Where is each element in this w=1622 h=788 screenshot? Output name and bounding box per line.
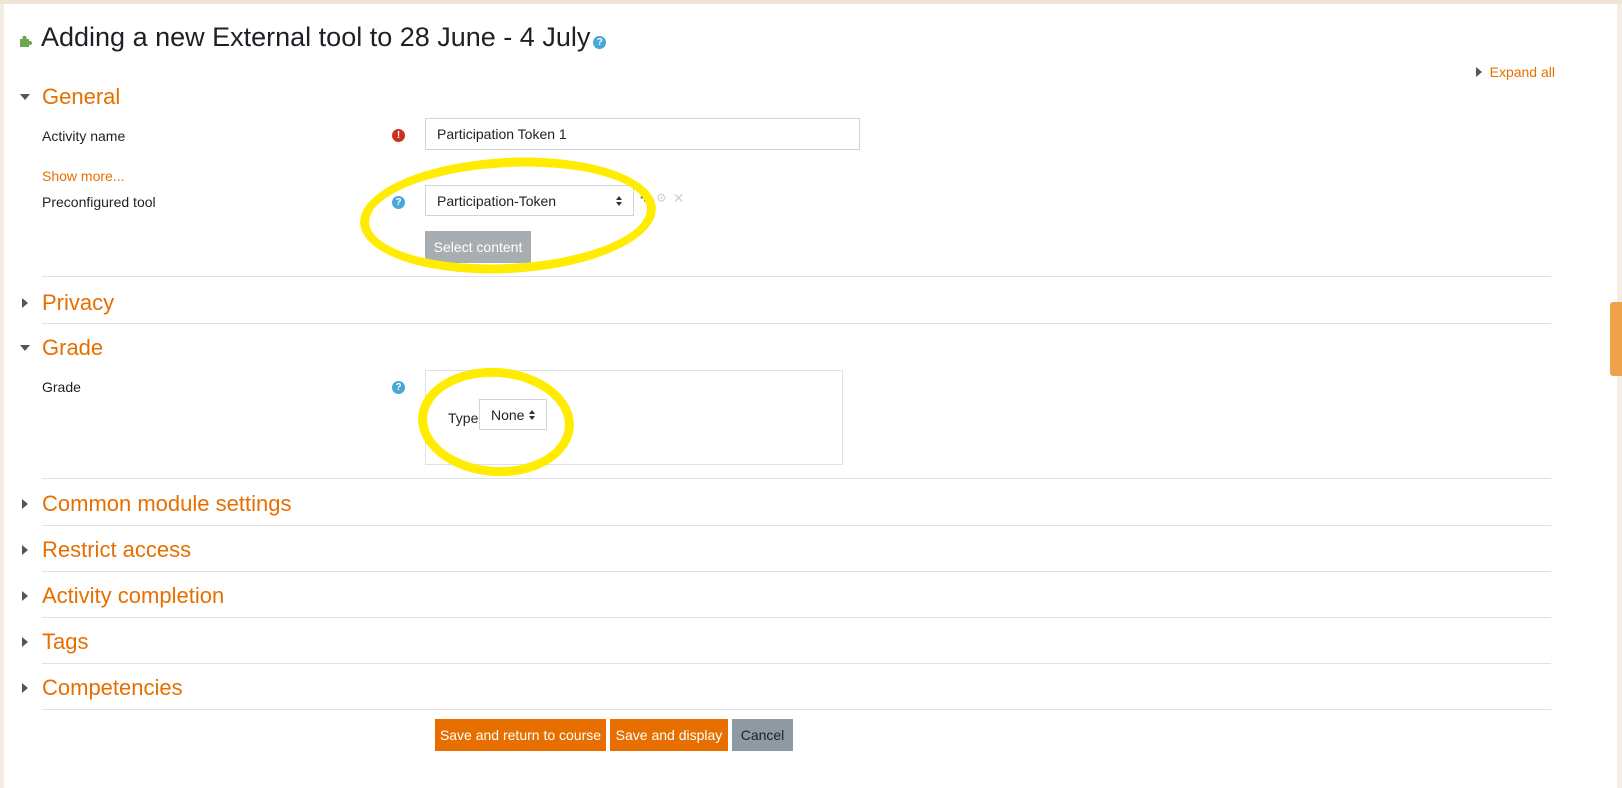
section-general-title: General xyxy=(42,84,121,109)
section-competencies[interactable]: Competencies xyxy=(20,675,183,701)
divider xyxy=(42,478,1551,479)
section-general-header[interactable]: General xyxy=(20,84,120,110)
section-tags[interactable]: Tags xyxy=(20,629,88,655)
section-title: Activity completion xyxy=(42,583,225,608)
divider xyxy=(42,323,1551,324)
help-icon[interactable]: ? xyxy=(392,381,405,394)
section-title: Competencies xyxy=(42,675,183,700)
divider xyxy=(42,617,1551,618)
help-icon[interactable]: ? xyxy=(593,36,607,49)
section-common-module-settings[interactable]: Common module settings xyxy=(20,491,291,517)
divider xyxy=(42,571,1551,572)
section-privacy-header[interactable]: Privacy xyxy=(20,290,114,316)
required-icon: ! xyxy=(392,129,405,142)
section-title: Common module settings xyxy=(42,491,292,516)
caret-right-icon xyxy=(22,499,28,509)
puzzle-icon xyxy=(20,35,32,47)
expand-all-label: Expand all xyxy=(1489,64,1555,80)
caret-right-icon xyxy=(22,637,28,647)
page-title: Adding a new External tool to 28 June - … xyxy=(41,22,591,52)
save-display-button[interactable]: Save and display xyxy=(610,719,728,751)
section-grade-title: Grade xyxy=(42,335,104,360)
caret-right-icon xyxy=(22,298,28,308)
preconfigured-tool-label: Preconfigured tool xyxy=(42,194,156,210)
section-title: Tags xyxy=(42,629,89,654)
side-drawer-tab[interactable] xyxy=(1610,302,1622,376)
divider xyxy=(42,276,1551,277)
section-privacy-title: Privacy xyxy=(42,290,115,315)
section-title: Restrict access xyxy=(42,537,192,562)
close-icon[interactable]: ✕ xyxy=(673,190,685,207)
caret-down-icon xyxy=(20,345,30,351)
section-restrict-access[interactable]: Restrict access xyxy=(20,537,191,563)
grade-label: Grade xyxy=(42,379,81,395)
caret-right-icon xyxy=(1475,67,1482,77)
save-return-button[interactable]: Save and return to course xyxy=(435,719,606,751)
cancel-button[interactable]: Cancel xyxy=(732,719,793,751)
page-header: Adding a new External tool to 28 June - … xyxy=(18,22,607,53)
section-grade-header[interactable]: Grade xyxy=(20,335,103,361)
caret-right-icon xyxy=(22,591,28,601)
expand-all-link[interactable]: Expand all xyxy=(1475,64,1555,80)
caret-right-icon xyxy=(22,683,28,693)
activity-name-label: Activity name xyxy=(42,128,126,144)
section-activity-completion[interactable]: Activity completion xyxy=(20,583,224,609)
show-more-link[interactable]: Show more... xyxy=(42,168,124,184)
caret-right-icon xyxy=(22,545,28,555)
activity-name-value: Participation Token 1 xyxy=(437,126,567,142)
divider xyxy=(42,663,1551,664)
divider xyxy=(42,709,1551,710)
gear-icon[interactable]: ⚙ xyxy=(656,191,667,205)
divider xyxy=(42,525,1551,526)
caret-down-icon xyxy=(20,94,30,100)
activity-name-input[interactable]: Participation Token 1 xyxy=(425,118,860,150)
